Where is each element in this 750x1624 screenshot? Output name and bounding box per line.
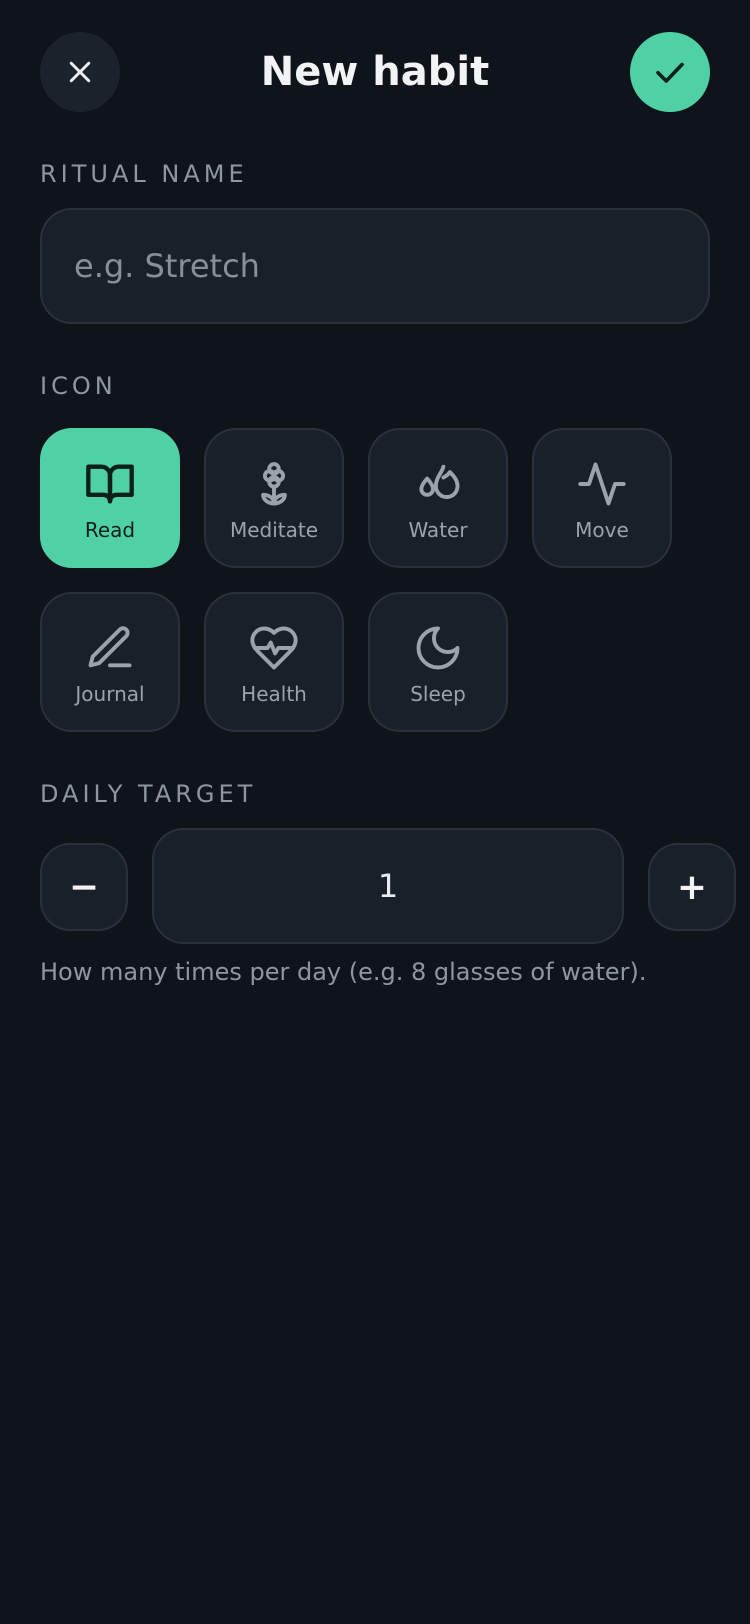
icon-option-journal[interactable]: Journal (40, 592, 180, 732)
confirm-button[interactable] (630, 32, 710, 112)
decrement-button[interactable]: − (40, 843, 128, 931)
daily-target-input[interactable] (152, 828, 624, 944)
droplets-icon (419, 464, 460, 499)
increment-button[interactable]: + (648, 843, 736, 931)
icon-option-label: Meditate (229, 518, 319, 542)
header: New habit (40, 32, 710, 112)
icon-option-label: Move (575, 518, 629, 542)
icon-option-meditate[interactable]: Meditate (204, 428, 344, 568)
book-icon (86, 464, 134, 504)
icon-section-label: ICON (40, 372, 117, 400)
icon-option-health[interactable]: Health (204, 592, 344, 732)
ritual-name-input[interactable] (40, 208, 710, 324)
flower-icon (261, 462, 287, 506)
heart-pulse-icon (250, 626, 298, 670)
icon-option-label: Read (84, 518, 136, 542)
check-icon (656, 62, 684, 83)
daily-target-label: DAILY TARGET (40, 780, 257, 808)
pen-icon (88, 626, 132, 668)
close-icon (69, 61, 91, 83)
ritual-name-label: RITUAL NAME (40, 160, 248, 188)
moon-icon (416, 626, 460, 670)
icon-option-label: Health (241, 682, 307, 706)
icon-option-sleep[interactable]: Sleep (368, 592, 508, 732)
icon-option-move[interactable]: Move (532, 428, 672, 568)
close-button[interactable] (40, 32, 120, 112)
icon-option-label: Sleep (410, 682, 466, 706)
icon-option-label: Journal (75, 682, 145, 706)
daily-target-helper: How many times per day (e.g. 8 glasses o… (40, 958, 647, 986)
icon-option-read[interactable]: Read (40, 428, 180, 568)
icon-option-water[interactable]: Water (368, 428, 508, 568)
activity-icon (578, 462, 626, 506)
page-title: New habit (260, 49, 490, 95)
icon-option-label: Water (408, 518, 468, 542)
